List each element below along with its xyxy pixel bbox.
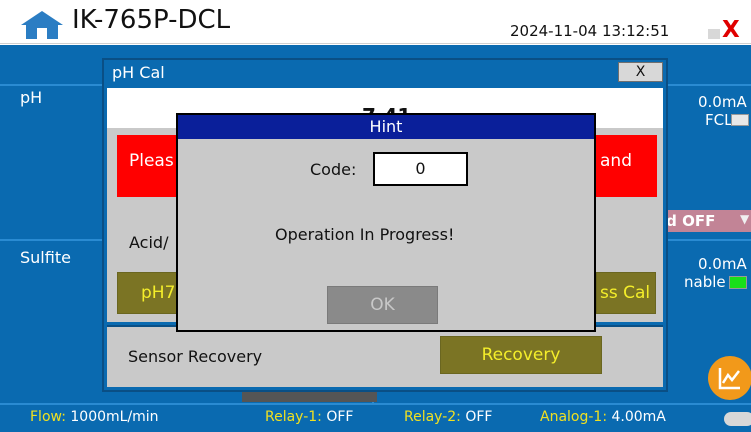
ph-section-label: pH (20, 88, 43, 107)
hold-label: ld OFF (661, 212, 716, 230)
relay1-status: Relay-1: OFF (265, 409, 353, 425)
fcl-toggle[interactable] (731, 114, 749, 126)
hint-title: Hint (178, 115, 594, 139)
enable-label: nable (684, 273, 726, 291)
window-indicator-icon (708, 29, 720, 39)
relay2-status: Relay-2: OFF (404, 409, 492, 425)
analog1-status: Analog-1: 4.00mA (540, 409, 666, 425)
fcl-label: FCL (705, 111, 733, 129)
ph-cal-close-button[interactable]: X (618, 62, 663, 82)
relay1-label: Relay-1: (265, 409, 322, 425)
sulfite-current-output: 0.0mA (698, 255, 747, 273)
flow-status: Flow: 1000mL/min (30, 409, 159, 425)
home-icon[interactable] (20, 10, 64, 40)
analog1-value: 4.00mA (611, 409, 666, 425)
relay1-value: OFF (326, 409, 354, 425)
flow-value: 1000mL/min (70, 409, 159, 425)
sensor-recovery-label: Sensor Recovery (128, 347, 263, 366)
x-close-icon[interactable]: X (722, 17, 740, 43)
flow-label: Flow: (30, 409, 66, 425)
ph-cal-title: pH Cal (112, 63, 165, 82)
code-label: Code: (310, 160, 357, 179)
operation-message: Operation In Progress! (275, 225, 455, 244)
datetime: 2024-11-04 13:12:51 (510, 22, 670, 40)
code-field[interactable]: 0 (373, 152, 468, 186)
relay2-value: OFF (465, 409, 493, 425)
pass-cal-button-label: ss Cal (600, 283, 651, 303)
ph7-button-label: pH7 (141, 283, 176, 303)
status-indicator-icon (724, 412, 751, 426)
sulfite-section-label: Sulfite (20, 248, 71, 267)
recovery-button[interactable]: Recovery (440, 336, 602, 374)
app-title: IK-765P-DCL (72, 5, 231, 35)
acid-label: Acid/ (129, 233, 169, 252)
scroll-strip (242, 392, 377, 402)
ph-current-output: 0.0mA (698, 93, 747, 111)
analog1-label: Analog-1: (540, 409, 608, 425)
calibration-message-left: Pleas (129, 151, 174, 171)
enable-toggle[interactable] (729, 276, 747, 289)
relay2-label: Relay-2: (404, 409, 461, 425)
chevron-down-icon: ▼ (740, 212, 750, 226)
ok-button[interactable]: OK (327, 286, 438, 324)
calibration-message-right: and (600, 151, 632, 171)
trend-chart-icon (718, 368, 740, 390)
